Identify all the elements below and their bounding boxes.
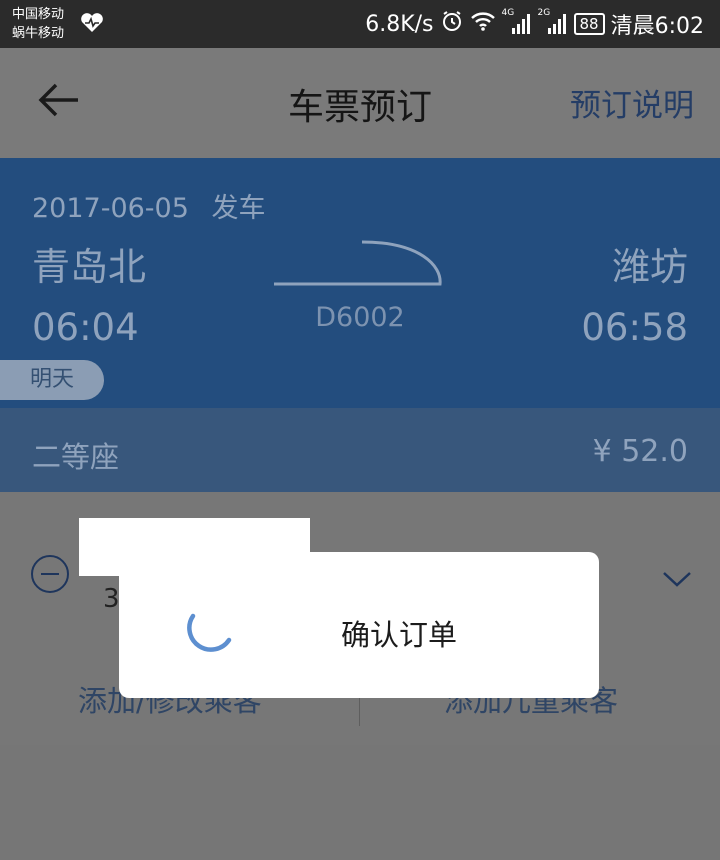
signal-2-tag: 2G: [537, 8, 551, 18]
status-icons: 6.8K/s 4G 2G 88 清晨6:02: [365, 8, 704, 40]
arrive-time: 06:58: [581, 306, 688, 349]
date-value: 2017-06-05: [32, 193, 189, 224]
net-speed: 6.8K/s: [365, 11, 434, 37]
health-heart-icon: [80, 12, 104, 38]
day-badge: 明天: [0, 360, 104, 400]
loading-dialog: 确认订单: [119, 552, 599, 698]
ticket-price: ¥ 52.0: [592, 434, 688, 469]
train-route-icon: [270, 238, 450, 292]
remove-passenger-icon[interactable]: [31, 555, 69, 593]
booking-help-link[interactable]: 预订说明: [570, 80, 694, 125]
seat-class: 二等座: [32, 440, 120, 474]
passenger-id-fragment: 3: [103, 584, 120, 614]
from-station: 青岛北: [32, 245, 147, 289]
carrier-2: 蜗牛移动: [12, 26, 65, 41]
date-suffix: 发车: [211, 193, 266, 224]
loading-spinner-icon: [185, 604, 235, 658]
carrier-info: 中国移动 蜗牛移动: [12, 5, 64, 43]
departure-date: 2017-06-05 发车: [32, 186, 266, 225]
chevron-down-icon[interactable]: [662, 570, 692, 592]
alarm-icon: [440, 9, 464, 39]
signal-1-tag: 4G: [501, 8, 515, 18]
signal-2g-icon: 2G: [538, 8, 568, 36]
signal-4g-icon: 4G: [502, 8, 532, 36]
trip-summary-card: 2017-06-05 发车 青岛北 潍坊 06:04 D6002 06:58 明…: [0, 158, 720, 408]
carrier-1: 中国移动: [12, 7, 65, 22]
battery-indicator: 88: [573, 13, 605, 35]
clock: 清晨6:02: [610, 14, 704, 39]
seat-class-row[interactable]: 二等座 ¥ 52.0: [0, 408, 720, 492]
status-bar: 中国移动 蜗牛移动 6.8K/s 4G 2G 88 清晨6:02: [0, 0, 720, 48]
top-nav-bar: 车票预订 预订说明: [0, 48, 720, 158]
wifi-icon: [470, 10, 496, 38]
dialog-message: 确认订单: [341, 618, 458, 652]
to-station: 潍坊: [611, 245, 688, 289]
